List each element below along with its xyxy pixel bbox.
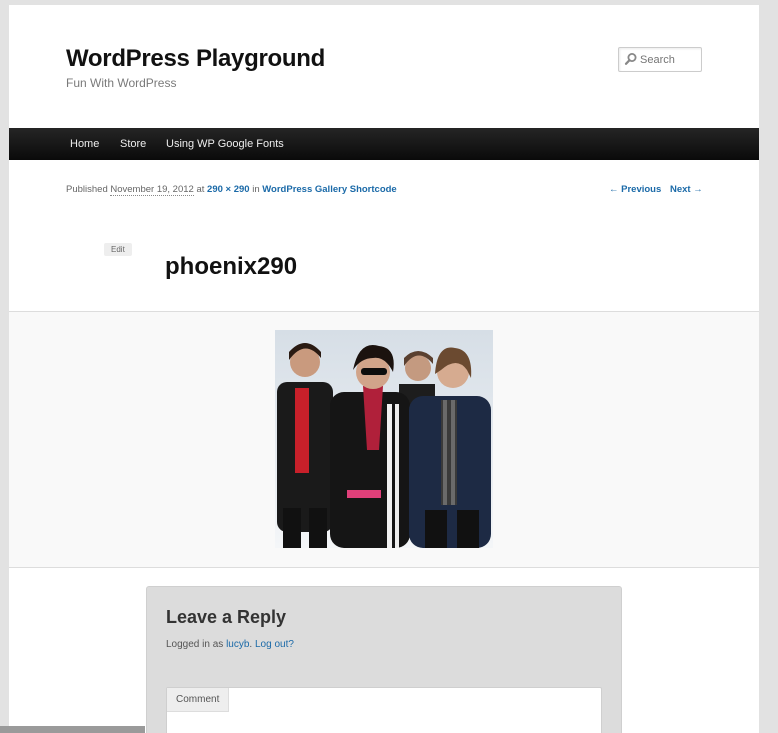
comment-form: Leave a Reply Logged in as lucyb. Log ou… — [146, 586, 622, 733]
published-label: Published — [66, 184, 108, 195]
previous-link[interactable]: ← Previous — [609, 184, 661, 195]
logged-in-as: Logged in as lucyb. Log out? — [166, 639, 294, 650]
nav-item-using-wp-google-fonts[interactable]: Using WP Google Fonts — [166, 128, 284, 160]
entry-meta: Published November 19, 2012 at 290 × 290… — [66, 184, 397, 196]
image-size-link[interactable]: 290 × 290 — [207, 184, 250, 195]
main-navigation: Home Store Using WP Google Fonts — [9, 128, 759, 160]
reply-title: Leave a Reply — [166, 607, 287, 627]
logout-link[interactable]: Log out? — [255, 639, 294, 650]
window-bottom-edge — [0, 726, 145, 733]
edit-button[interactable]: Edit — [104, 243, 132, 256]
site-description: Fun With WordPress — [66, 76, 177, 90]
comment-textarea[interactable]: Comment — [166, 687, 602, 733]
site-title[interactable]: WordPress Playground — [66, 45, 325, 73]
in-label: in — [252, 184, 260, 195]
entry-title: phoenix290 — [165, 253, 298, 280]
user-link[interactable]: lucyb — [226, 639, 249, 650]
search-icon — [624, 53, 637, 65]
at-label: at — [196, 184, 205, 195]
logged-in-prefix: Logged in as — [166, 639, 224, 650]
attachment-area — [9, 311, 759, 568]
post-date[interactable]: November 19, 2012 — [110, 184, 194, 196]
nav-item-store[interactable]: Store — [120, 128, 146, 160]
nav-item-home[interactable]: Home — [70, 128, 99, 160]
page: WordPress Playground Fun With WordPress … — [9, 5, 759, 733]
gallery-link[interactable]: WordPress Gallery Shortcode — [262, 184, 396, 195]
band-photo[interactable] — [275, 330, 493, 548]
comment-label: Comment — [167, 688, 230, 712]
next-link[interactable]: Next → — [670, 184, 703, 195]
